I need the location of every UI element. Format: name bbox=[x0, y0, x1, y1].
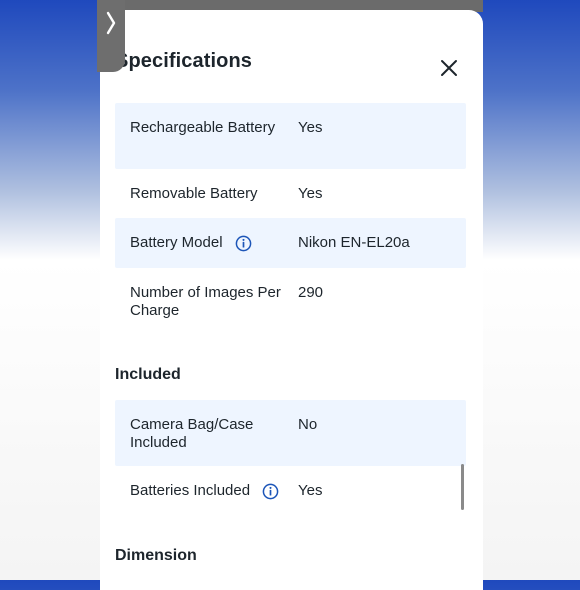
spec-label: Batteries Included bbox=[130, 482, 251, 499]
chevron-right-icon bbox=[106, 11, 116, 35]
spec-value: Nikon EN-EL20a bbox=[298, 234, 410, 251]
spec-row-batteries-included: Batteries Included Yes bbox=[115, 466, 466, 516]
spec-row-battery-model: Battery Model Nikon EN-EL20a bbox=[115, 218, 466, 268]
spec-value: Yes bbox=[298, 119, 323, 136]
spec-value: No bbox=[298, 416, 318, 433]
specifications-panel: Specifications Rechargeable Battery Yes … bbox=[100, 10, 483, 590]
spec-label: Removable Battery bbox=[130, 185, 258, 202]
close-button[interactable] bbox=[437, 56, 461, 80]
spec-value: Yes bbox=[298, 482, 323, 499]
scrollbar-thumb[interactable] bbox=[461, 464, 464, 510]
spec-label: Rechargeable Battery bbox=[130, 119, 276, 136]
expand-handle[interactable] bbox=[97, 0, 125, 72]
info-icon[interactable] bbox=[262, 483, 279, 500]
spec-row-camera-bag-included: Camera Bag/Case Included No bbox=[115, 400, 466, 466]
spec-label: Battery Model bbox=[130, 234, 223, 251]
info-icon[interactable] bbox=[235, 235, 252, 252]
spec-value: Yes bbox=[298, 185, 323, 202]
spec-label: Camera Bag/Case Included bbox=[130, 416, 254, 451]
panel-title: Specifications bbox=[115, 50, 252, 72]
spec-row-rechargeable-battery: Rechargeable Battery Yes bbox=[115, 103, 466, 169]
spec-value: 290 bbox=[298, 284, 324, 301]
section-title-included: Included bbox=[115, 366, 181, 383]
spec-label-with-info: Batteries Included bbox=[130, 482, 300, 500]
close-icon bbox=[441, 60, 457, 76]
spec-row-removable-battery: Removable Battery Yes bbox=[115, 169, 466, 218]
spec-row-images-per-charge: Number of Images Per Charge 290 bbox=[115, 268, 466, 338]
spec-label-with-info: Battery Model bbox=[130, 234, 290, 252]
section-title-dimension: Dimension bbox=[115, 547, 197, 564]
spec-label: Number of Images Per Charge bbox=[130, 284, 281, 319]
